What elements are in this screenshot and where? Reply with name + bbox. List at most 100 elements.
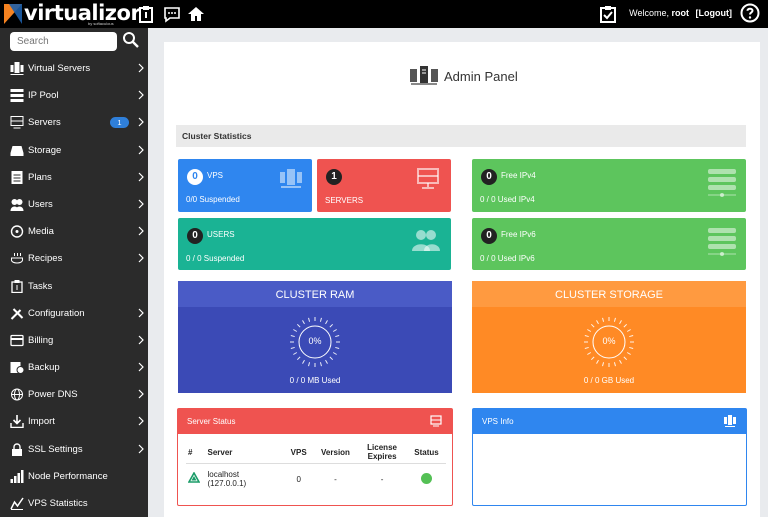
users-card-sub: 0 / 0 Suspended xyxy=(186,254,245,263)
page-title-text: Admin Panel xyxy=(444,68,518,84)
power-dns-icon xyxy=(11,388,23,401)
sidebar-item-plans[interactable]: Plans xyxy=(0,164,148,191)
main-panel: Admin Panel Cluster Statistics 0 VPS 0/0… xyxy=(164,42,760,517)
ipv4-count: 0 xyxy=(481,169,497,185)
storage-used: 0 / 0 GB Used xyxy=(583,376,635,385)
sidebar-item-recipes[interactable]: Recipes xyxy=(0,245,148,272)
col-status: Status xyxy=(406,441,446,464)
gauge-tick xyxy=(332,352,337,355)
sidebar-item-configuration[interactable]: Configuration xyxy=(0,300,148,327)
logo-text: virtualizor xyxy=(24,1,141,25)
sidebar-item-ip-pool[interactable]: IP Pool xyxy=(0,82,148,109)
gauge-tick xyxy=(590,323,595,328)
sidebar-item-power-dns[interactable]: Power DNS xyxy=(0,381,148,408)
sidebar-item-label: SSL Settings xyxy=(28,443,83,455)
table-row[interactable]: localhost (127.0.0.1) 0 - - xyxy=(186,464,446,495)
ipv6-card-sub: 0 / 0 Used IPv6 xyxy=(480,254,535,263)
vps-card[interactable]: 0 VPS 0/0 Suspended xyxy=(178,159,312,212)
gauge-tick xyxy=(325,359,328,364)
ipv4-card-title: Free IPv4 xyxy=(501,171,536,180)
welcome-prefix: Welcome, xyxy=(629,8,669,18)
server-name-cell[interactable]: localhost (127.0.0.1) xyxy=(206,464,284,495)
node-performance-icon xyxy=(10,469,24,483)
cluster-storage-title: CLUSTER STORAGE xyxy=(472,281,746,307)
sidebar-item-label: IP Pool xyxy=(28,90,59,102)
server-icon xyxy=(430,415,442,427)
users-count: 0 xyxy=(187,228,203,244)
users-icon xyxy=(10,198,24,211)
sidebar-item-virtual-servers[interactable]: Virtual Servers xyxy=(0,55,148,82)
logo[interactable]: virtualizor by softaculous xyxy=(4,1,141,26)
sidebar-nav: Virtual Servers IP Pool Servers 1 Storage Pla… xyxy=(0,55,148,517)
status-online-indicator xyxy=(420,472,432,484)
chevron-right-icon xyxy=(138,117,144,127)
chat-icon[interactable] xyxy=(162,4,182,24)
chevron-right-icon xyxy=(138,417,144,426)
sidebar-item-label: Servers xyxy=(28,117,61,129)
sidebar-item-label: Power DNS xyxy=(28,389,78,401)
sidebar-item-label: Configuration xyxy=(28,307,85,319)
search-icon[interactable] xyxy=(122,31,140,49)
gauge-tick xyxy=(296,323,301,328)
sidebar-item-storage[interactable]: Storage xyxy=(0,137,148,164)
tasks-check-icon[interactable] xyxy=(598,4,618,24)
server-license-cell: - xyxy=(380,474,384,484)
cluster-ram-panel: CLUSTER RAM 0% 0 / 0 MB Used xyxy=(178,281,452,393)
ipv6-card-title: Free IPv6 xyxy=(501,230,536,239)
users-card[interactable]: 0 USERS 0 / 0 Suspended xyxy=(178,218,451,270)
admin-panel-icon xyxy=(410,66,438,85)
server-version-cell: - xyxy=(334,474,337,484)
home-icon[interactable] xyxy=(186,4,206,24)
vps-info-title: VPS Info xyxy=(482,417,514,426)
chevron-right-icon xyxy=(138,389,144,399)
import-icon xyxy=(10,415,24,429)
help-icon[interactable] xyxy=(740,3,760,23)
users-card-title: USERS xyxy=(207,230,235,239)
clipboard-icon[interactable] xyxy=(136,4,156,24)
gauge-tick xyxy=(329,356,334,361)
search-input[interactable] xyxy=(10,32,117,51)
sidebar-item-tasks[interactable]: Tasks xyxy=(0,273,148,300)
gauge-tick xyxy=(626,352,631,355)
sidebar-item-node-performance[interactable]: Node Performance xyxy=(0,463,148,490)
gauge-tick xyxy=(629,346,634,349)
sidebar-item-backup[interactable]: Backup xyxy=(0,354,148,381)
sidebar-item-servers[interactable]: Servers 1 xyxy=(0,109,148,136)
ram-used: 0 / 0 MB Used xyxy=(289,376,341,385)
recipes-icon xyxy=(11,253,23,264)
cluster-storage-panel: CLUSTER STORAGE 0% 0 / 0 GB Used xyxy=(472,281,746,393)
sidebar-item-ssl-settings[interactable]: SSL Settings xyxy=(0,436,148,463)
server-monitor-icon xyxy=(417,168,439,189)
sidebar-item-billing[interactable]: Billing xyxy=(0,327,148,354)
sidebar-item-label: Users xyxy=(28,198,53,210)
sidebar-item-media[interactable]: Media xyxy=(0,218,148,245)
free-ipv6-card[interactable]: 0 Free IPv6 0 / 0 Used IPv6 xyxy=(472,218,746,270)
col-license-expires: License Expires xyxy=(357,441,407,464)
gauge-tick xyxy=(626,329,631,332)
logout-link[interactable]: [Logout] xyxy=(696,8,732,18)
vps-info-panel: VPS Info xyxy=(472,408,747,506)
tasks-icon xyxy=(11,279,23,293)
gauge-tick xyxy=(623,323,628,328)
gauge-tick xyxy=(325,320,328,325)
free-ipv4-card[interactable]: 0 Free IPv4 0 / 0 Used IPv4 xyxy=(472,159,746,212)
vps-icon xyxy=(724,415,736,427)
server-vps-cell: 0 xyxy=(296,474,301,484)
servers-card[interactable]: 1 SERVERS xyxy=(317,159,451,212)
ip-pool-icon xyxy=(10,89,24,103)
gauge-tick xyxy=(602,317,605,322)
gauge-tick xyxy=(613,317,616,322)
gauge-tick xyxy=(302,320,305,325)
ipv4-list-icon xyxy=(708,169,736,197)
gauge-tick xyxy=(308,317,311,322)
sidebar-item-users[interactable]: Users xyxy=(0,191,148,218)
ipv6-list-icon xyxy=(708,228,736,256)
sidebar-item-vps-statistics[interactable]: VPS Statistics xyxy=(0,490,148,517)
sidebar-item-label: Recipes xyxy=(28,253,63,265)
sidebar-item-import[interactable]: Import xyxy=(0,408,148,435)
chevron-right-icon xyxy=(138,362,144,372)
server-status-title: Server Status xyxy=(187,417,236,426)
sidebar-item-label: Plans xyxy=(28,171,52,183)
vps-count: 0 xyxy=(187,169,203,185)
gauge-tick xyxy=(587,329,592,332)
